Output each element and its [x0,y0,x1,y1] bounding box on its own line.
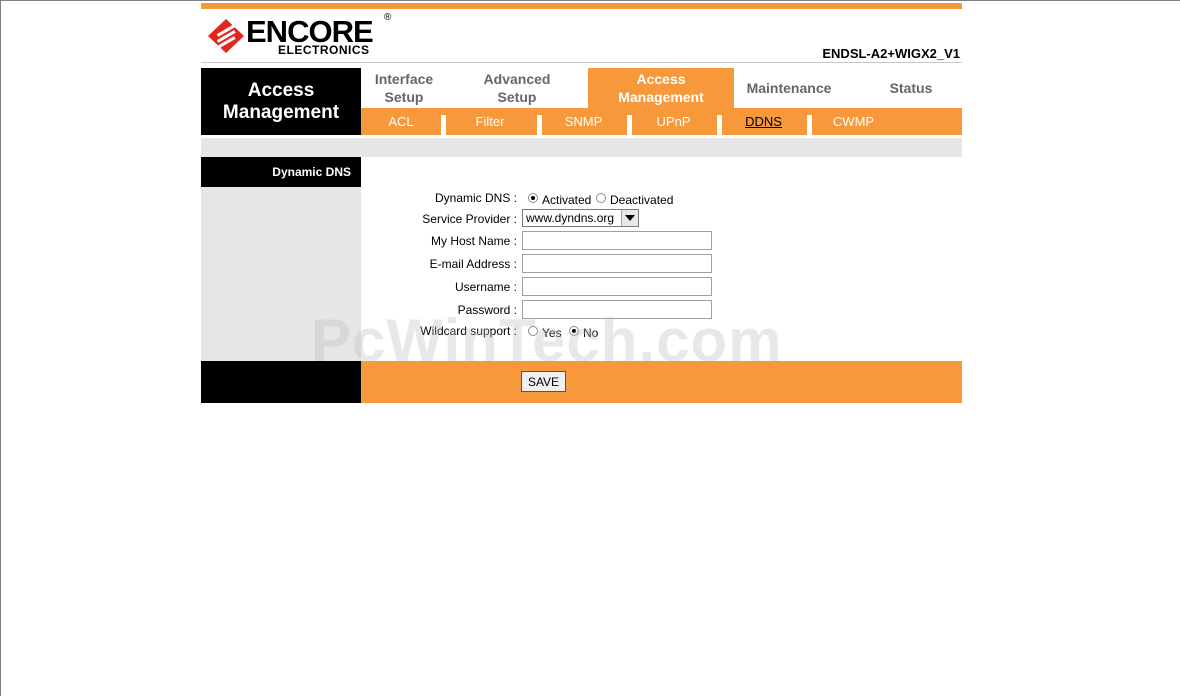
spacer-band [201,138,962,157]
dynamic-dns-deactivated-radio[interactable] [596,193,606,203]
brand-sub: ELECTRONICS [278,43,370,57]
tab-label: Interface Setup [374,71,434,105]
encore-diamond-icon [208,19,244,53]
subtab-ddns[interactable]: DDNS [722,108,805,135]
wildcard-no-label: No [583,326,599,340]
subtab-acl[interactable]: ACL [361,108,441,135]
save-button[interactable]: SAVE [521,371,566,392]
footer-left [201,361,361,403]
tab-label: Maintenance [746,80,832,96]
password-label: Password : [457,303,517,317]
sub-nav: ACL Filter SNMP UPnP DDNS CWMP [361,108,962,135]
wildcard-yes-label: Yes [542,326,562,340]
dynamic-dns-activated-label: Activated [542,193,592,207]
tab-label: Advanced Setup [483,71,551,105]
tab-status[interactable]: Status [871,68,951,108]
email-label: E-mail Address : [429,257,517,271]
service-provider-label: Service Provider : [422,212,517,226]
dynamic-dns-deactivated-label: Deactivated [610,193,674,207]
footer-bar [361,361,962,403]
password-input[interactable] [522,300,712,319]
host-name-input[interactable] [522,231,712,250]
wildcard-yes-radio[interactable] [528,326,538,336]
panel-heading: Dynamic DNS [201,157,361,187]
top-accent-bar [201,3,962,9]
chevron-down-icon[interactable] [621,210,638,226]
tab-interface-setup[interactable]: Interface Setup [361,68,447,108]
header-divider [201,62,962,63]
tab-access-management[interactable]: Access Management [588,68,734,108]
section-title-text: Access Management [222,79,340,123]
section-title: Access Management [201,68,361,135]
tab-label: Status [889,80,933,96]
username-input[interactable] [522,277,712,296]
model-name: ENDSL-A2+WIGX2_V1 [822,46,960,61]
username-label: Username : [454,280,517,294]
service-provider-select[interactable]: www.dyndns.org [522,209,639,227]
subtab-filter[interactable]: Filter [446,108,534,135]
subtab-upnp[interactable]: UPnP [632,108,715,135]
dynamic-dns-activated-radio[interactable] [528,193,538,203]
encore-logo: ENCORE ® ELECTRONICS [208,12,398,61]
service-provider-value: www.dyndns.org [526,211,615,225]
tab-maintenance[interactable]: Maintenance [734,68,844,108]
registered-mark: ® [384,12,392,23]
wildcard-no-radio[interactable] [569,326,579,336]
subtab-snmp[interactable]: SNMP [542,108,625,135]
dynamic-dns-label: Dynamic DNS : [434,191,517,205]
subtab-cwmp[interactable]: CWMP [812,108,895,135]
tab-label: Access Management [618,71,704,105]
host-name-label: My Host Name : [430,234,517,248]
tab-advanced-setup[interactable]: Advanced Setup [467,68,567,108]
main-nav: Interface Setup Advanced Setup Access Ma… [361,68,962,108]
wildcard-label: Wildcard support : [420,324,517,338]
email-input[interactable] [522,254,712,273]
